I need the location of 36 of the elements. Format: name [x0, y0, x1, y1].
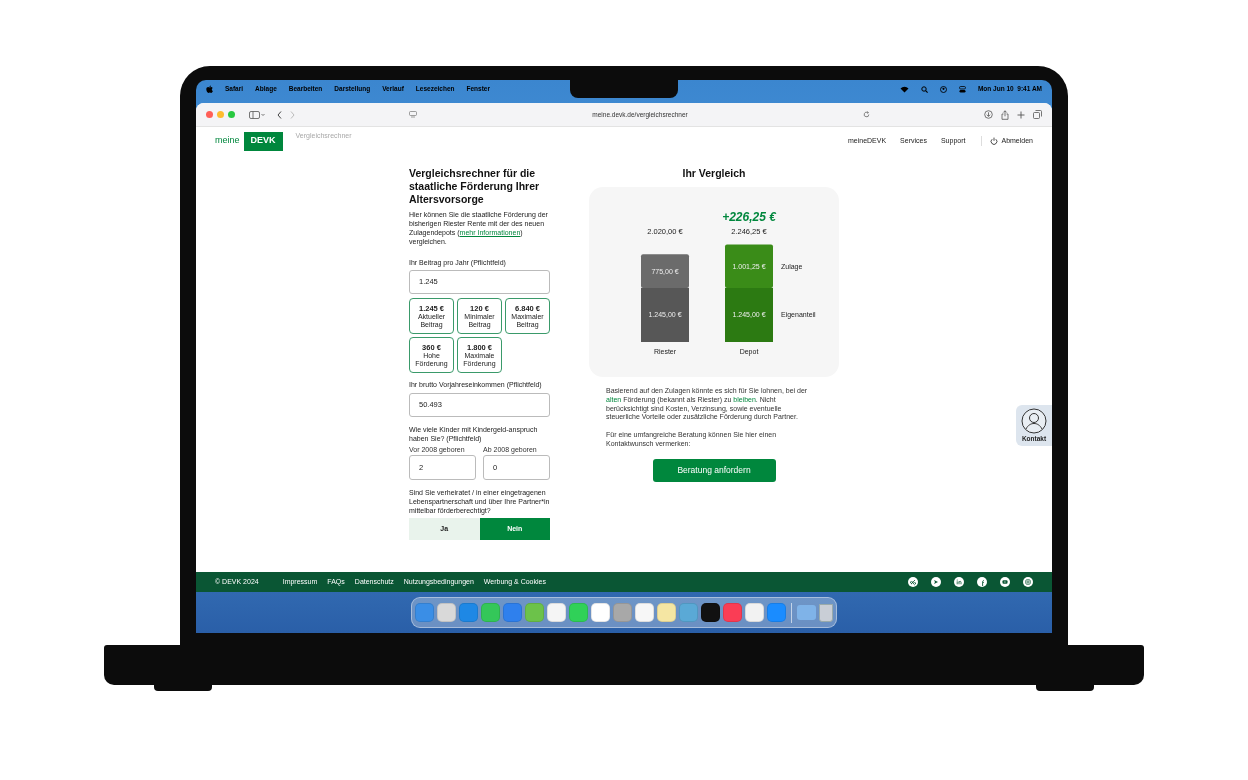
- section-title: Ihr Vergleich: [682, 167, 746, 180]
- download-icon[interactable]: [984, 110, 993, 119]
- new-tab-icon[interactable]: [1017, 110, 1025, 119]
- instagram-icon[interactable]: [1023, 577, 1033, 587]
- app-icon[interactable]: [701, 603, 720, 622]
- control-center-icon[interactable]: [958, 85, 966, 93]
- app-icon[interactable]: [635, 603, 654, 622]
- request-button[interactable]: Beratung anfordern: [652, 458, 776, 482]
- form-title: Vergleichsrechner für die staatliche Förderung Ihrer Altersvorsorge: [409, 167, 541, 206]
- app-icon[interactable]: [745, 603, 764, 622]
- linkedin-icon[interactable]: [954, 577, 964, 587]
- difference-value: +226,25 €: [722, 210, 776, 224]
- app-icon[interactable]: [591, 603, 610, 622]
- laptop-foot: [1036, 685, 1094, 691]
- laptop-foot: [154, 685, 212, 691]
- back-icon[interactable]: [277, 110, 282, 119]
- avatar-icon: [1021, 407, 1047, 434]
- sidebar-icon[interactable]: [249, 110, 265, 119]
- logo-text[interactable]: meine: [215, 134, 240, 148]
- youtube-icon[interactable]: [1000, 577, 1010, 587]
- share-icon[interactable]: [1001, 109, 1009, 120]
- tabs-icon[interactable]: [1033, 110, 1042, 119]
- page-menu-icon[interactable]: [409, 111, 417, 118]
- reload-icon[interactable]: [863, 111, 870, 118]
- social-icon[interactable]: [931, 577, 941, 587]
- apple-icon[interactable]: [206, 85, 213, 93]
- facebook-icon[interactable]: [977, 577, 987, 587]
- social-icon[interactable]: [908, 577, 918, 587]
- user-icon[interactable]: [939, 85, 947, 93]
- logo-badge[interactable]: DEVK: [243, 131, 283, 151]
- power-icon: [990, 137, 999, 145]
- search-icon[interactable]: [920, 85, 928, 93]
- forward-icon[interactable]: [290, 110, 295, 119]
- app-icon[interactable]: [547, 603, 566, 622]
- trash-icon[interactable]: [819, 603, 833, 622]
- wifi-icon[interactable]: [899, 85, 909, 93]
